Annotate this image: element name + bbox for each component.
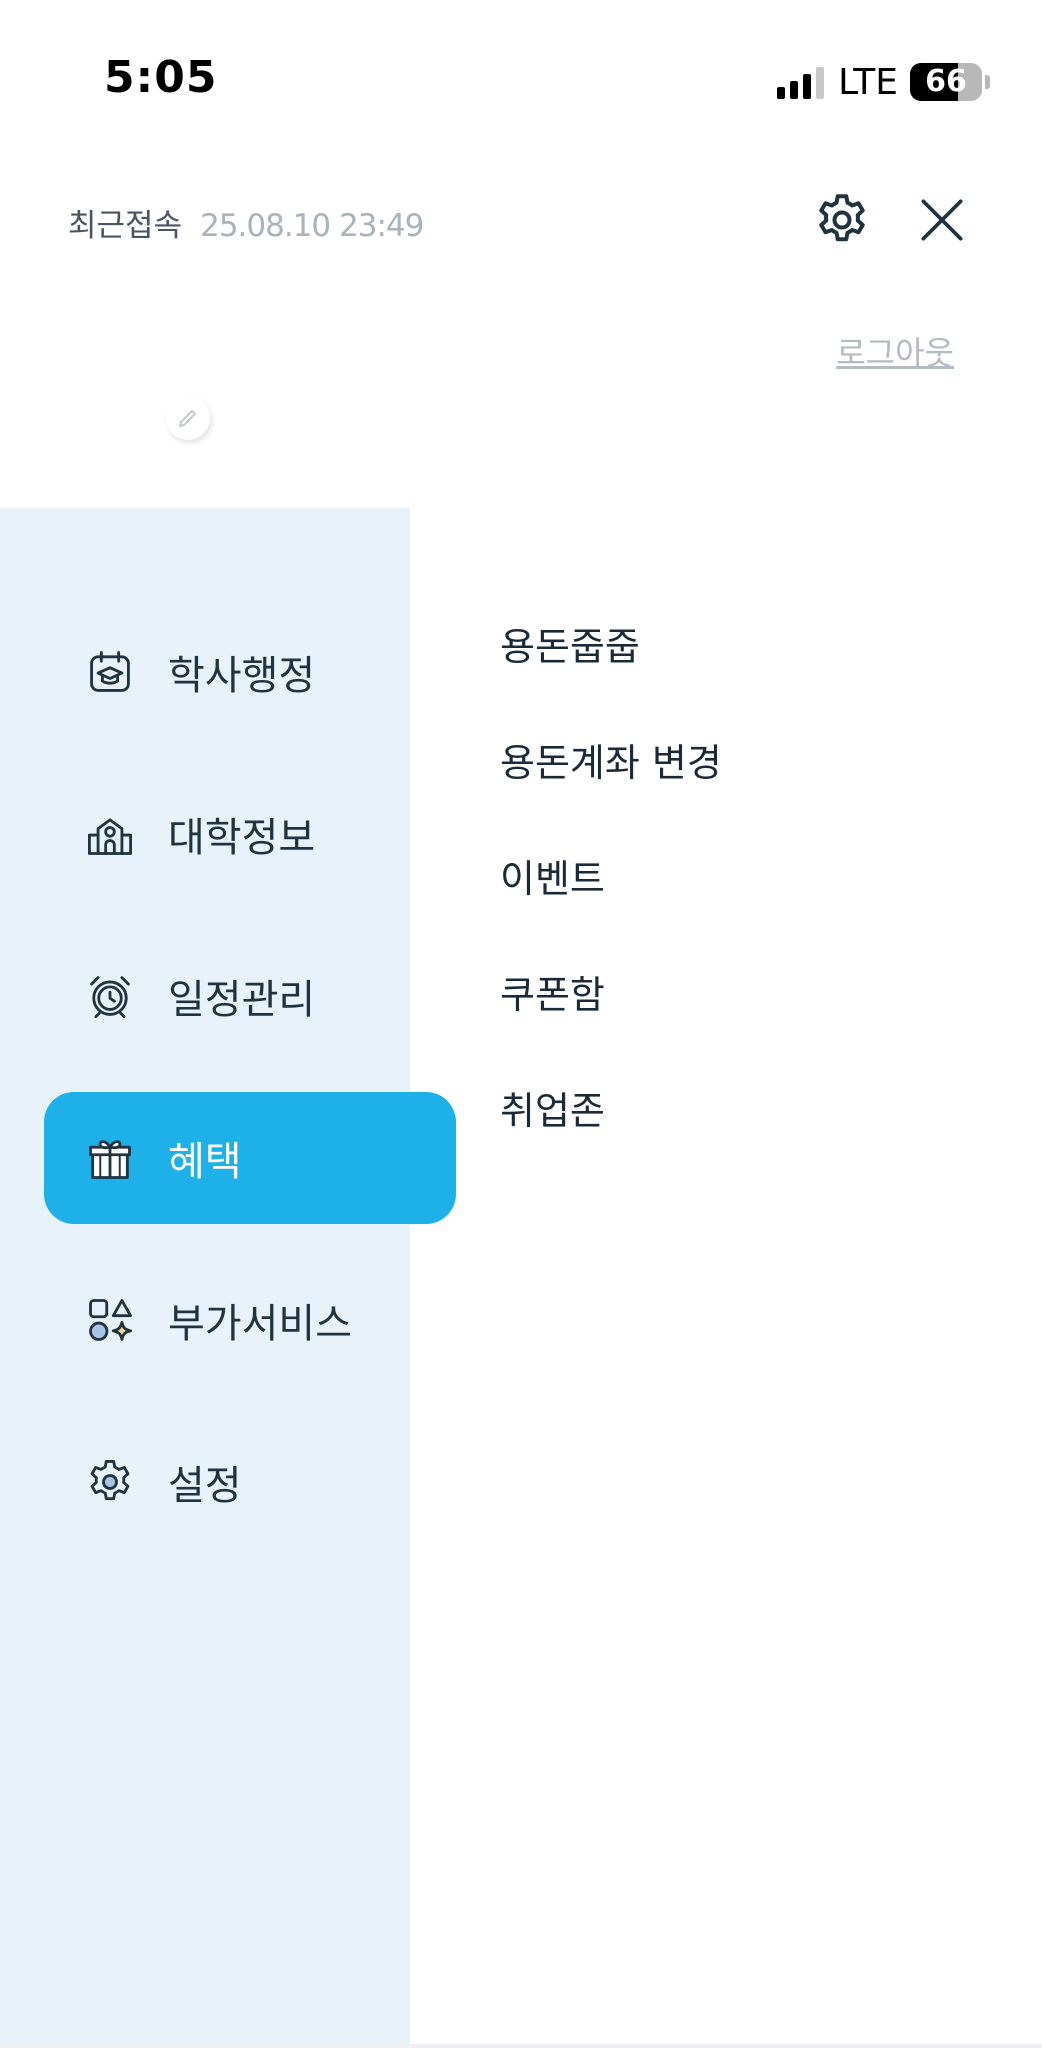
close-icon	[921, 199, 963, 241]
category-item-extra-services[interactable]: 부가서비스	[44, 1254, 456, 1386]
gift-icon	[89, 1140, 131, 1179]
submenu-item-allowance[interactable]: 용돈줍줍	[500, 616, 640, 671]
category-label: 대학정보	[168, 815, 316, 861]
university-icon	[88, 818, 132, 855]
status-bar: 5:05 LTE 66	[0, 0, 1042, 140]
category-label: 설정	[168, 1463, 242, 1509]
logout-link[interactable]: 로그아웃	[836, 328, 954, 374]
shapes-sparkle-icon	[89, 1299, 132, 1341]
last-login: 최근접속 25.08.10 23:49	[68, 200, 424, 245]
submenu-item-change-account[interactable]: 용돈계좌 변경	[500, 732, 722, 787]
bottom-divider	[0, 2044, 1042, 2048]
battery-percent: 66	[925, 64, 967, 99]
category-item-settings[interactable]: 설정	[44, 1416, 456, 1548]
gear-icon	[819, 194, 865, 242]
category-label: 혜택	[168, 1139, 242, 1185]
status-indicators: LTE 66	[777, 60, 990, 104]
battery-icon: 66	[910, 63, 982, 101]
calendar-graduation-icon	[90, 651, 130, 692]
submenu-item-coupons[interactable]: 쿠폰함	[500, 964, 605, 1019]
submenu-item-events[interactable]: 이벤트	[500, 848, 605, 903]
category-label: 부가서비스	[168, 1301, 352, 1347]
submenu-item-job-zone[interactable]: 취업존	[500, 1080, 605, 1135]
signal-strength-icon	[777, 65, 825, 99]
status-time: 5:05	[104, 52, 218, 103]
pencil-icon	[179, 410, 196, 427]
gear-icon	[90, 1460, 130, 1501]
category-item-schedule[interactable]: 일정관리	[44, 930, 456, 1062]
alarm-clock-icon	[90, 976, 130, 1018]
category-item-university-info[interactable]: 대학정보	[44, 768, 456, 900]
category-item-benefits[interactable]: 혜택	[44, 1092, 456, 1224]
category-label: 일정관리	[168, 977, 316, 1023]
network-type: LTE	[838, 61, 898, 103]
edit-profile-button[interactable]	[166, 396, 210, 440]
close-button[interactable]	[914, 192, 970, 248]
battery-cap	[985, 75, 990, 89]
last-login-value: 25.08.10 23:49	[200, 208, 424, 244]
category-item-academic[interactable]: 학사행정	[44, 606, 456, 738]
settings-button[interactable]	[812, 190, 872, 250]
category-label: 학사행정	[168, 653, 316, 699]
last-login-label: 최근접속	[68, 208, 183, 244]
